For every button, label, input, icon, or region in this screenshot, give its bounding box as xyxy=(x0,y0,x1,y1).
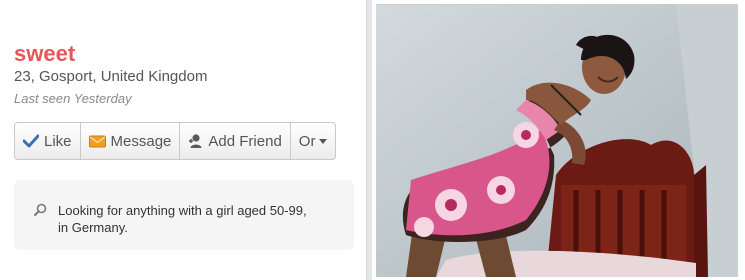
envelope-icon xyxy=(88,135,106,148)
caret-down-icon xyxy=(319,138,328,144)
profile-last-seen: Last seen Yesterday xyxy=(14,91,132,106)
profile-photo[interactable] xyxy=(376,4,738,277)
profile-photo-illustration xyxy=(376,5,738,277)
person-plus-icon xyxy=(188,133,203,149)
add-friend-label: Add Friend xyxy=(208,132,282,150)
profile-panel: sweet 23, Gosport, United Kingdom Last s… xyxy=(0,0,366,280)
add-friend-button[interactable]: Add Friend xyxy=(180,123,291,159)
more-dropdown-button[interactable]: Or xyxy=(291,123,336,159)
message-label: Message xyxy=(110,132,172,150)
profile-actions-toolbar: Like Message Add Friend Or xyxy=(14,122,337,160)
more-label: Or xyxy=(298,132,316,150)
profile-photo-frame xyxy=(372,0,745,280)
profile-location: 23, Gosport, United Kingdom xyxy=(14,68,208,85)
checkmark-icon xyxy=(23,134,39,148)
like-label: Like xyxy=(44,132,72,150)
looking-for-text: Looking for anything with a girl aged 50… xyxy=(58,203,307,235)
profile-username: sweet xyxy=(14,41,76,66)
looking-for-box: Looking for anything with a girl aged 50… xyxy=(14,180,354,250)
magnifier-icon xyxy=(34,203,47,221)
like-button[interactable]: Like xyxy=(15,123,81,159)
message-button[interactable]: Message xyxy=(81,123,181,159)
